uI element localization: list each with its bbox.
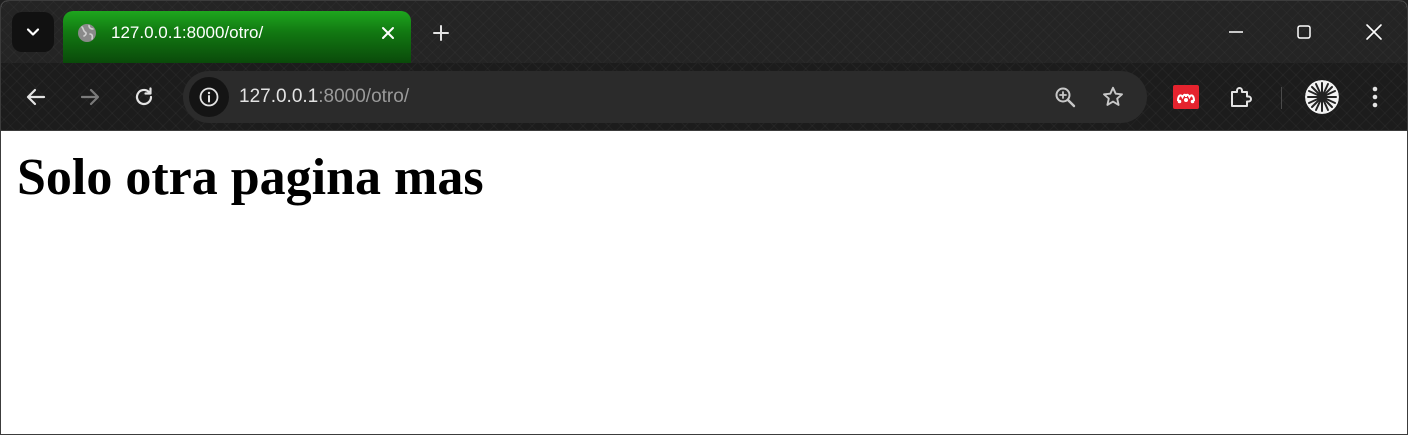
- tab-strip: 127.0.0.1:8000/otro/: [1, 1, 1407, 63]
- profile-avatar-icon: [1305, 80, 1339, 114]
- page-heading: Solo otra pagina mas: [17, 149, 484, 206]
- site-info-button[interactable]: [189, 77, 229, 117]
- window-close-button[interactable]: [1350, 9, 1398, 55]
- tab-search-button[interactable]: [12, 12, 54, 52]
- back-button[interactable]: [16, 77, 56, 117]
- reload-button[interactable]: [124, 77, 164, 117]
- toolbar-divider: [1281, 87, 1282, 109]
- tab-active[interactable]: 127.0.0.1:8000/otro/: [63, 11, 411, 63]
- puzzle-icon: [1231, 87, 1252, 107]
- minimize-icon: [1229, 31, 1243, 33]
- zoom-in-icon: [1055, 87, 1076, 108]
- minimize-button[interactable]: [1212, 9, 1260, 55]
- mendeley-icon: [1173, 85, 1199, 109]
- page-content: Solo otra pagina mas: [1, 132, 1407, 434]
- menu-button[interactable]: [1357, 79, 1393, 115]
- address-bar[interactable]: 127.0.0.1:8000/otro/: [183, 71, 1147, 123]
- close-icon: [1366, 24, 1382, 40]
- tab-title: 127.0.0.1:8000/otro/: [111, 23, 264, 42]
- zoom-button[interactable]: [1049, 81, 1081, 113]
- info-icon: [199, 87, 219, 107]
- tab-close-button[interactable]: [376, 21, 400, 45]
- chevron-down-icon: [26, 28, 40, 36]
- globe-icon: [78, 24, 96, 42]
- new-tab-button[interactable]: [425, 17, 457, 49]
- avatar[interactable]: [1305, 80, 1339, 114]
- arrow-right-icon: [80, 88, 100, 106]
- forward-button[interactable]: [70, 77, 110, 117]
- browser-window: 127.0.0.1:8000/otro/ 127.0.0.1:8000/otro…: [0, 0, 1408, 435]
- more-vert-icon: [1372, 86, 1378, 108]
- toolbar: 127.0.0.1:8000/otro/: [1, 63, 1407, 131]
- url-host: 127.0.0.1: [239, 86, 319, 107]
- mendeley-extension-button[interactable]: [1169, 81, 1203, 113]
- maximize-button[interactable]: [1280, 9, 1328, 55]
- reload-icon: [135, 87, 153, 106]
- arrow-left-icon: [26, 88, 46, 106]
- maximize-icon: [1297, 25, 1311, 39]
- plus-icon: [433, 25, 449, 41]
- close-icon: [382, 27, 394, 39]
- bookmark-button[interactable]: [1097, 81, 1129, 113]
- star-icon: [1103, 86, 1123, 106]
- url-path: :8000/otro/: [318, 86, 410, 107]
- url-text[interactable]: 127.0.0.1:8000/otro/: [239, 86, 409, 108]
- extensions-button[interactable]: [1223, 79, 1259, 115]
